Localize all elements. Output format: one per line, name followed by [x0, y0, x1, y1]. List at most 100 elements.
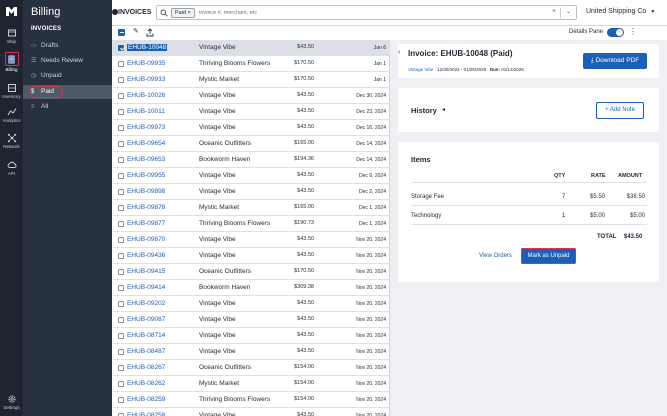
- invoice-number-link[interactable]: EHUB-08258: [127, 412, 165, 416]
- invoice-row[interactable]: EHUB-09973 Vintage Vibe $43.50 Dec 16, 2024: [112, 120, 390, 136]
- invoice-row[interactable]: EHUB-08262 Mystic Market $154.00 Nov 20, 20…: [112, 376, 390, 392]
- row-checkbox[interactable]: [118, 172, 124, 179]
- row-checkbox[interactable]: [118, 412, 124, 416]
- invoice-row[interactable]: EHUB-08258 Vintage Vibe $43.50 Nov 20, 2024: [112, 408, 390, 416]
- invoice-number-link[interactable]: EHUB-08267: [127, 364, 165, 371]
- invoice-number-link[interactable]: EHUB-09654: [127, 140, 165, 147]
- invoice-row[interactable]: EHUB-09202 Vintage Vibe $43.50 Nov 20, 2024: [112, 296, 390, 312]
- row-checkbox[interactable]: [118, 44, 124, 51]
- history-label[interactable]: History: [411, 106, 437, 115]
- add-note-button[interactable]: + Add Note: [596, 102, 644, 119]
- row-checkbox[interactable]: [118, 268, 124, 275]
- row-checkbox[interactable]: [118, 380, 124, 387]
- invoice-row[interactable]: EHUB-09877 Thriving Blooms Flowers $190.73…: [112, 216, 390, 232]
- rail-item-network[interactable]: Network: [0, 133, 23, 149]
- row-checkbox[interactable]: [118, 124, 124, 131]
- mark-as-unpaid-button[interactable]: Mark as Unpaid: [521, 248, 576, 264]
- invoice-row[interactable]: EHUB-08259 Thriving Blooms Flowers $154.00…: [112, 392, 390, 408]
- invoice-row[interactable]: EHUB-08267 Oceanic Outfitters $154.00 Nov 2…: [112, 360, 390, 376]
- invoice-row[interactable]: EHUB-10026 Vintage Vibe $43.50 Dec 30, 2024: [112, 88, 390, 104]
- nav-item-all[interactable]: ≡ All: [23, 100, 112, 114]
- invoice-number-link[interactable]: EHUB-08487: [127, 348, 165, 355]
- row-checkbox[interactable]: [118, 156, 124, 163]
- back-chevron-icon[interactable]: ‹: [398, 49, 400, 56]
- row-checkbox[interactable]: [118, 220, 124, 227]
- invoice-number-link[interactable]: EHUB-09973: [127, 124, 165, 131]
- clear-search-icon[interactable]: ×: [552, 8, 556, 15]
- invoice-number-link[interactable]: EHUB-09653: [127, 156, 165, 163]
- row-checkbox[interactable]: [118, 60, 124, 67]
- invoice-row[interactable]: EHUB-09935 Thriving Blooms Flowers $170.50…: [112, 56, 390, 72]
- nav-item-needs-review[interactable]: ☰ Needs Review: [23, 54, 112, 68]
- invoice-number-link[interactable]: EHUB-08714: [127, 332, 165, 339]
- invoice-row[interactable]: EHUB-09933 Mystic Market $170.50 Jan 1: [112, 72, 390, 88]
- invoice-number-link[interactable]: EHUB-10048: [127, 43, 168, 51]
- invoice-row[interactable]: EHUB-10011 Vintage Vibe $43.50 Dec 23, 2024: [112, 104, 390, 120]
- invoice-number-link[interactable]: EHUB-09878: [127, 204, 165, 211]
- row-checkbox[interactable]: [118, 396, 124, 403]
- merchant-link[interactable]: Vintage Vibe: [408, 67, 433, 72]
- row-checkbox[interactable]: [118, 316, 124, 323]
- invoice-row[interactable]: EHUB-09670 Vintage Vibe $43.50 Nov 20, 2024: [112, 232, 390, 248]
- invoice-number-link[interactable]: EHUB-09935: [127, 60, 165, 67]
- invoice-number-link[interactable]: EHUB-09436: [127, 252, 165, 259]
- edit-icon[interactable]: ✎: [133, 27, 139, 35]
- select-all-checkbox[interactable]: [118, 29, 125, 36]
- row-checkbox[interactable]: [118, 236, 124, 243]
- row-checkbox[interactable]: [118, 332, 124, 339]
- search-input[interactable]: [199, 8, 499, 18]
- chevron-down-icon[interactable]: ⌄: [566, 8, 571, 15]
- invoice-number-link[interactable]: EHUB-09415: [127, 268, 165, 275]
- rail-item-inventory[interactable]: Inventory: [0, 83, 23, 99]
- view-orders-link[interactable]: View Orders: [479, 253, 512, 259]
- invoice-number-link[interactable]: EHUB-08259: [127, 396, 165, 403]
- rail-item-billing[interactable]: Billing: [0, 52, 23, 72]
- row-checkbox[interactable]: [118, 188, 124, 195]
- invoice-number-link[interactable]: EHUB-10026: [127, 92, 165, 99]
- nav-item-drafts[interactable]: ▭ Drafts: [23, 39, 112, 53]
- invoice-row[interactable]: EHUB-08714 Vintage Vibe $43.50 Nov 20, 2024: [112, 328, 390, 344]
- rail-item-ship[interactable]: Ship: [0, 28, 23, 44]
- download-pdf-button[interactable]: ⤓ Download PDF: [583, 53, 647, 69]
- invoice-row[interactable]: EHUB-09414 Bookworm Haven $309.38 Nov 20, 2…: [112, 280, 390, 296]
- invoice-number-link[interactable]: EHUB-09933: [127, 76, 165, 83]
- filter-chip-paid[interactable]: Paid ×: [171, 8, 195, 18]
- rail-item-analytics[interactable]: Analytics: [0, 107, 23, 123]
- caret-left-icon[interactable]: ◂: [442, 106, 445, 113]
- nav-item-unpaid[interactable]: ◷ Unpaid: [23, 69, 112, 83]
- invoice-row[interactable]: EHUB-09087 Vintage Vibe $43.50 Nov 20, 2024: [112, 312, 390, 328]
- row-checkbox[interactable]: [118, 140, 124, 147]
- invoice-row[interactable]: EHUB-09436 Vintage Vibe $43.50 Nov 20, 2024: [112, 248, 390, 264]
- invoice-number-link[interactable]: EHUB-09877: [127, 220, 165, 227]
- invoice-row[interactable]: EHUB-09898 Vintage Vibe $43.50 Dec 2, 2024: [112, 184, 390, 200]
- row-checkbox[interactable]: [118, 108, 124, 115]
- nav-item-paid[interactable]: $ Paid: [23, 85, 112, 99]
- invoice-number-link[interactable]: EHUB-09898: [127, 188, 165, 195]
- search-box[interactable]: Paid × × ⌄: [156, 5, 577, 20]
- row-checkbox[interactable]: [118, 92, 124, 99]
- invoice-row[interactable]: EHUB-09654 Oceanic Outfitters $165.00 Dec 1…: [112, 136, 390, 152]
- invoice-row[interactable]: EHUB-09653 Bookworm Haven $194.36 Dec 14, 2…: [112, 152, 390, 168]
- row-checkbox[interactable]: [118, 364, 124, 371]
- invoice-number-link[interactable]: EHUB-09087: [127, 316, 165, 323]
- export-icon[interactable]: [146, 28, 154, 37]
- invoice-row[interactable]: EHUB-08487 Vintage Vibe $43.50 Nov 20, 2024: [112, 344, 390, 360]
- invoice-number-link[interactable]: EHUB-09670: [127, 236, 165, 243]
- row-checkbox[interactable]: [118, 76, 124, 83]
- invoice-number-link[interactable]: EHUB-10011: [127, 108, 165, 115]
- invoice-row[interactable]: EHUB-09878 Mystic Market $165.00 Dec 1, 202…: [112, 200, 390, 216]
- rail-item-api[interactable]: API: [0, 160, 23, 176]
- invoice-number-link[interactable]: EHUB-08262: [127, 380, 165, 387]
- row-checkbox[interactable]: [118, 348, 124, 355]
- logo-icon[interactable]: [5, 5, 18, 18]
- details-pane-toggle[interactable]: [607, 28, 624, 37]
- invoice-row[interactable]: EHUB-09415 Oceanic Outfitters $170.50 Nov 2…: [112, 264, 390, 280]
- chip-close-icon[interactable]: ×: [188, 10, 191, 16]
- more-options-icon[interactable]: ⋮: [629, 27, 637, 36]
- row-checkbox[interactable]: [118, 300, 124, 307]
- invoice-number-link[interactable]: EHUB-09414: [127, 284, 165, 291]
- rail-item-settings[interactable]: Settings: [0, 394, 23, 410]
- row-checkbox[interactable]: [118, 252, 124, 259]
- row-checkbox[interactable]: [118, 204, 124, 211]
- company-selector[interactable]: United Shipping Co ▼: [586, 8, 655, 15]
